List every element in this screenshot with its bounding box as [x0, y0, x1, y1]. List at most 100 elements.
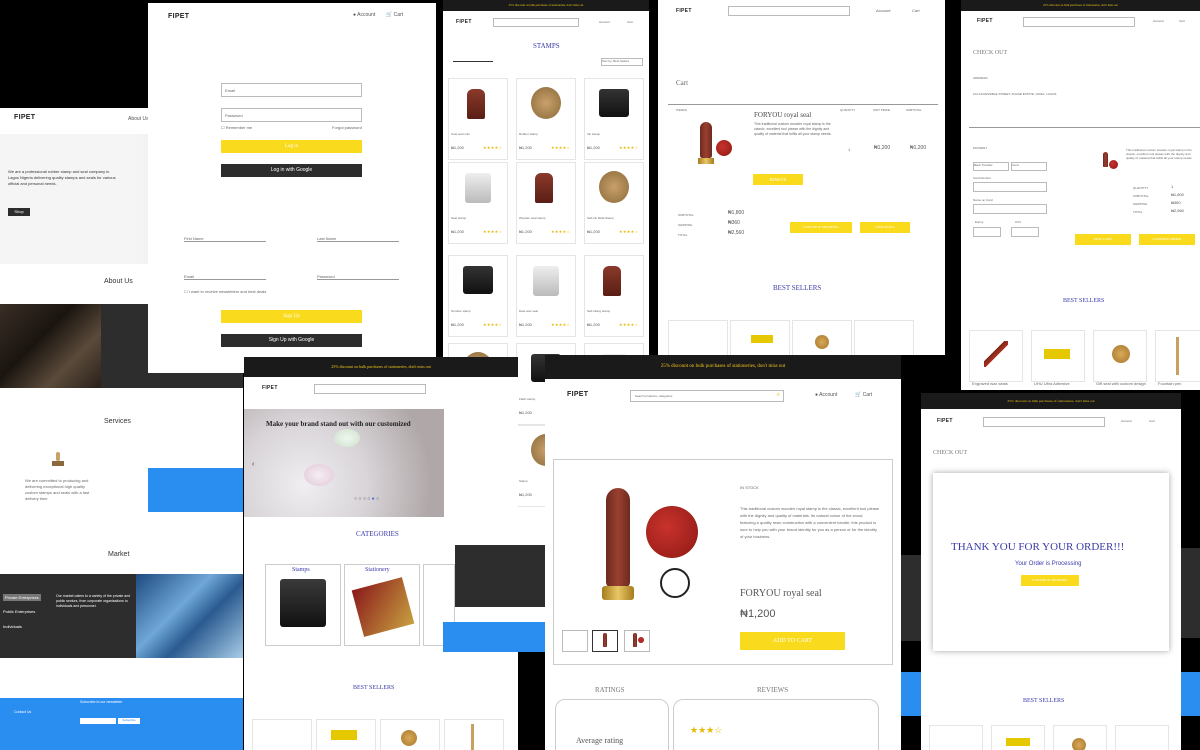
newsletter-checkbox[interactable]: ☐ I want to receive newsletters and best… [184, 289, 266, 294]
brand-logo[interactable]: FIPET [676, 8, 692, 14]
brand-logo[interactable]: FIPET [262, 385, 278, 391]
brand-logo[interactable]: FIPET [168, 13, 189, 20]
add-to-cart-button[interactable]: ADD TO CART [740, 632, 845, 650]
nav-about-link[interactable]: About Us [128, 116, 149, 122]
best-seller-card[interactable] [1115, 725, 1169, 750]
search-input[interactable] [728, 6, 850, 16]
edit-cart-button[interactable]: EDIT CART [1075, 234, 1131, 245]
carousel-dots[interactable]: ○ ○ ○ ○ ● ○ [354, 496, 379, 502]
signup-button[interactable]: Sign Up [221, 310, 362, 323]
best-seller-card[interactable]: Gift seal with custom design [1093, 330, 1147, 386]
cart-link[interactable]: 🛒 Cart [386, 12, 403, 18]
product-card[interactable]: Number stamp ₦1,200 ★★★★☆ [448, 255, 508, 337]
search-input[interactable] [1023, 17, 1135, 27]
expiry-input[interactable] [973, 227, 1001, 237]
nav-account[interactable]: Account [1153, 19, 1164, 23]
category-card-stamps[interactable]: Stamps [265, 564, 341, 646]
product-card[interactable]: Seal stamp ₦1,200 ★★★★☆ [448, 162, 508, 244]
product-card[interactable]: Wooden seal stamp ₦1,200 ★★★★☆ [516, 162, 576, 244]
search-input[interactable] [314, 384, 426, 394]
best-seller-card[interactable] [792, 320, 852, 355]
product-card[interactable]: Cast seal mini ₦1,200 ★★★★☆ [448, 78, 508, 160]
brand-logo[interactable]: FIPET [937, 418, 953, 424]
nav-cart[interactable]: Cart [1179, 19, 1185, 23]
hero-shop-button[interactable]: Shop [8, 208, 30, 216]
login-email-input[interactable]: Email [221, 83, 362, 97]
nav-cart[interactable]: Cart [627, 20, 633, 24]
best-seller-card[interactable] [1053, 725, 1107, 750]
search-input[interactable]: Search products, categories ⌕ [630, 390, 784, 402]
cart-quantity[interactable]: 1 [848, 147, 850, 152]
sort-dropdown[interactable]: Sort by: Best Sellers [601, 58, 643, 66]
signup-password-input[interactable]: Password [317, 274, 399, 280]
footer-newsletter-input[interactable] [80, 718, 116, 724]
google-signup-button[interactable]: Sign Up with Google [221, 334, 362, 347]
nav-account[interactable]: Account [1121, 419, 1132, 423]
best-seller-card[interactable] [252, 719, 312, 750]
product-card[interactable]: Self-ink Multi-Stamp ₦1,200 ★★★★☆ [584, 162, 644, 244]
card-number-input[interactable] [973, 182, 1047, 192]
best-seller-card[interactable] [316, 719, 376, 750]
best-seller-card[interactable] [668, 320, 728, 355]
price-slider[interactable] [453, 61, 493, 62]
last-name-input[interactable]: Last Name [317, 236, 399, 242]
nav-cart[interactable]: Cart [1149, 419, 1155, 423]
thanks-continue-button[interactable]: CONTINUE SHOPPING [1021, 575, 1079, 586]
checkout-button[interactable]: CHECKOUT [860, 222, 910, 233]
best-seller-card[interactable]: Fountain pen [1155, 330, 1200, 386]
google-login-button[interactable]: Log in with Google [221, 164, 362, 177]
nav-account[interactable]: Account [599, 20, 610, 24]
best-seller-card[interactable] [444, 719, 504, 750]
account-link[interactable]: ● Account [353, 12, 375, 18]
bank-transfer-option[interactable]: Bank Transfer [973, 162, 1009, 171]
footer-subscribe-button[interactable]: Subscribe [118, 718, 140, 724]
best-seller-card[interactable] [929, 725, 983, 750]
signup-email-input[interactable]: Email [184, 274, 266, 280]
brand-logo[interactable]: FIPET [456, 19, 472, 25]
hero-carousel[interactable]: Make your brand stand out with our custo… [244, 409, 444, 517]
remove-button[interactable]: REMOVE [753, 174, 803, 185]
search-input[interactable] [983, 417, 1105, 427]
best-seller-card[interactable] [380, 719, 440, 750]
account-link[interactable]: ● Account [815, 392, 837, 398]
forgot-password-link[interactable]: Forgot password [332, 125, 362, 130]
brand-logo[interactable]: FIPET [977, 18, 993, 24]
thumbnail[interactable] [592, 630, 618, 652]
confirm-order-button[interactable]: CONFIRM ORDER [1139, 234, 1195, 245]
best-seller-card[interactable] [991, 725, 1045, 750]
best-seller-card[interactable] [854, 320, 914, 355]
market-item-private[interactable]: Private Enterprises [3, 594, 41, 601]
best-seller-card[interactable]: Engraved wax seals [969, 330, 1023, 386]
brand-logo[interactable]: FIPET [567, 391, 588, 398]
login-password-input[interactable]: Password [221, 108, 362, 122]
best-seller-card[interactable] [730, 320, 790, 355]
brand-logo[interactable]: FIPET [14, 114, 35, 121]
search-icon[interactable]: ⌕ [777, 392, 780, 399]
thumbnail[interactable] [624, 630, 650, 652]
product-card[interactable]: Self-inking stamp ₦1,200 ★★★★☆ [584, 255, 644, 337]
tab-reviews[interactable]: REVIEWS [757, 686, 788, 694]
remember-checkbox[interactable]: ☐ Remember me [221, 125, 252, 130]
tab-ratings[interactable]: RATINGS [595, 686, 625, 694]
product-card[interactable]: Rubber stamp ₦1,200 ★★★★☆ [516, 78, 576, 160]
card-option[interactable]: Card [1011, 162, 1047, 171]
cart-item-name[interactable]: FORYOU royal seal [754, 111, 811, 119]
continue-shopping-button[interactable]: CONTINUE SHOPPING [790, 222, 852, 233]
market-item-individual[interactable]: Individuals [3, 624, 22, 629]
best-seller-card[interactable]: UHU Ultra Adhesive [1031, 330, 1085, 386]
nav-cart[interactable]: Cart [912, 8, 920, 13]
cart-link[interactable]: 🛒 Cart [855, 392, 872, 398]
footer-contact[interactable]: Contact Us [14, 710, 31, 714]
category-card-stationery[interactable]: Stationery [344, 564, 420, 646]
product-card[interactable]: Ink stamp ₦1,200 ★★★★☆ [584, 78, 644, 160]
login-button[interactable]: Log in [221, 140, 362, 153]
carousel-prev-icon[interactable]: ‹ [252, 461, 254, 468]
cvv-input[interactable] [1011, 227, 1039, 237]
search-input[interactable] [493, 18, 579, 27]
card-name-input[interactable] [973, 204, 1047, 214]
thumbnail[interactable] [562, 630, 588, 652]
product-card[interactable]: Date wax seal ₦1,200 ★★★★☆ [516, 255, 576, 337]
first-name-input[interactable]: First Name [184, 236, 266, 242]
nav-account[interactable]: Account [876, 8, 890, 13]
market-item-public[interactable]: Public Enterprises [3, 609, 35, 614]
